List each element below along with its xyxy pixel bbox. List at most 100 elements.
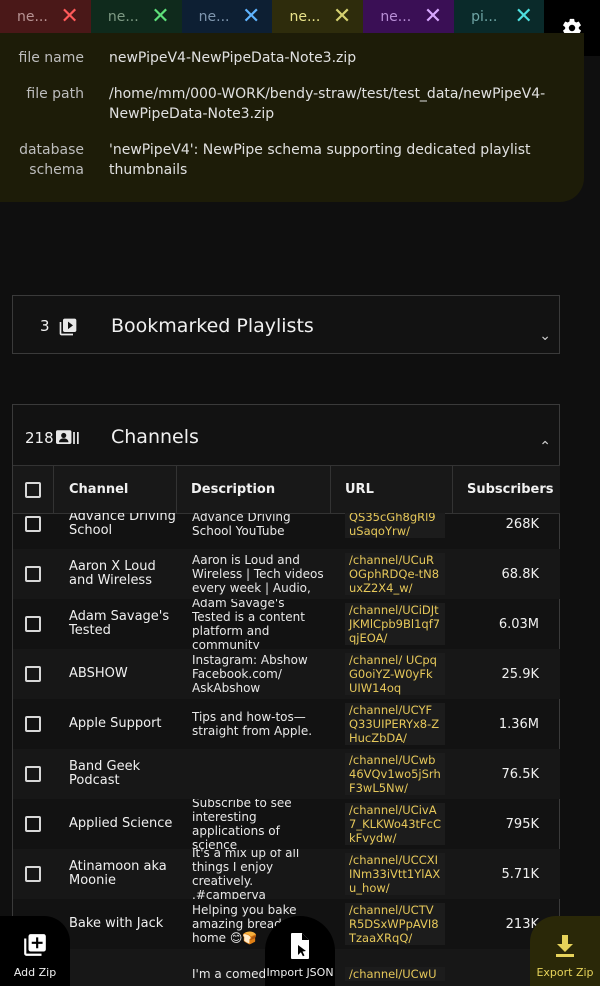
channel-url-link[interactable]: /channel/UCCXIINm33iVtt1YlAXu_how/ <box>345 853 445 895</box>
table-row[interactable]: Band Geek Podcast/channel/UCwb46VQv1wo5j… <box>13 749 560 799</box>
row-checkbox[interactable] <box>25 716 41 732</box>
file-path-value: /home/mm/000-WORK/bendy-straw/test/test_… <box>109 86 546 122</box>
channel-url-link[interactable]: /channel/UCuROGphRDQe-tN8uxZ2X4_w/ <box>345 553 445 595</box>
bookmarked-playlists-section[interactable]: 3 Bookmarked Playlists ⌄ <box>12 295 560 354</box>
table-row[interactable]: ABSHOW Instagram: Abshow Facebook.com/ As… <box>13 649 560 699</box>
row-checkbox[interactable] <box>25 766 41 782</box>
column-header-channel-label: Channel <box>69 482 129 497</box>
channel-description: Tips and how-tos—straight from Apple. <box>192 710 313 738</box>
channel-url-link[interactable]: /channel/UCivA7_KLKWo43tFcCkFvydw/ <box>345 803 445 845</box>
row-checkbox[interactable] <box>25 666 41 682</box>
file-name-label: file name <box>18 50 84 66</box>
row-checkbox[interactable] <box>25 566 41 582</box>
channel-url-link[interactable]: /channel/UCYFQ33UIPERYx8-ZHucZbDA/ <box>345 703 445 745</box>
row-select-cell <box>25 799 43 849</box>
channel-url-cell: /channel/UCYFQ33UIPERYx8-ZHucZbDA/ <box>345 699 445 749</box>
tab-label: pi... <box>471 8 498 25</box>
subscriber-count: 6.03M <box>498 616 539 632</box>
subscriber-count: 268K <box>505 516 539 532</box>
channels-title: Channels <box>111 426 199 448</box>
database-schema-label: database schema <box>19 142 84 178</box>
tab-label: ne... <box>289 8 321 25</box>
bookmarked-playlists-title: Bookmarked Playlists <box>111 315 314 337</box>
channel-url-cell: QS35cGh8gRl9uSaqoYrw/ <box>345 513 445 549</box>
tab-5[interactable]: ne... ✕ <box>363 0 455 33</box>
tab-label: ne... <box>198 8 230 25</box>
table-row[interactable]: Apple Support Tips and how-tos—straight f… <box>13 699 560 749</box>
tab-label: ne... <box>17 8 48 25</box>
file-info-panel: file name newPipeV4-NewPipeData-Note3.zi… <box>0 33 584 202</box>
tab-2[interactable]: ne... ✕ <box>90 0 182 33</box>
column-header-description-label: Description <box>191 482 276 497</box>
row-checkbox[interactable] <box>25 866 41 882</box>
export-zip-label: Export Zip <box>536 966 594 979</box>
import-json-button[interactable]: Import JSON <box>265 916 335 986</box>
row-select-cell <box>25 599 43 649</box>
select-all-checkbox[interactable] <box>25 481 41 498</box>
table-row[interactable]: Advance Driving School Advance Driving Sc… <box>13 513 560 549</box>
add-box-icon <box>24 934 46 956</box>
download-icon <box>556 935 574 957</box>
channel-url-link[interactable]: /channel/UCwb46VQv1wo5jSrhF3wL5Nw/ <box>345 753 445 795</box>
table-row[interactable]: Atinamoon aka Moonie It's a mix up of all… <box>13 849 560 899</box>
subscriber-count: 5.71K <box>501 866 539 882</box>
subscriber-count: 1.36M <box>498 716 539 732</box>
column-header-channel[interactable]: Channel <box>54 466 177 513</box>
chevron-down-icon[interactable]: ⌄ <box>539 328 551 344</box>
column-header-subscribers-label: Subscribers <box>467 482 554 497</box>
channel-description: Instagram: Abshow Facebook.com/ AskAbsho… <box>192 653 308 695</box>
tab-label: ne... <box>380 8 412 25</box>
column-header-subscribers[interactable]: Subscribers <box>453 466 560 513</box>
subscriber-count: 25.9K <box>501 666 539 682</box>
row-select-cell <box>25 699 43 749</box>
add-zip-label: Add Zip <box>13 966 57 979</box>
channel-description <box>192 749 324 799</box>
column-header-url[interactable]: URL <box>331 466 453 513</box>
table-row[interactable]: Adam Savage's Tested Adam Savage's Tested… <box>13 599 560 649</box>
add-zip-button[interactable]: Add Zip <box>0 916 70 986</box>
bookmarked-playlists-count: 3 <box>40 317 50 335</box>
row-select-cell <box>25 513 43 549</box>
row-checkbox[interactable] <box>25 616 41 632</box>
subscriber-count: 795K <box>505 816 539 832</box>
channel-description: Aaron is Loud and Wireless | Tech videos… <box>192 553 324 595</box>
channel-description: It's a mix up of all things I enjoy crea… <box>192 849 300 899</box>
tab-3[interactable]: ne... ✕ <box>181 0 273 33</box>
close-icon[interactable]: ✕ <box>151 5 169 28</box>
close-icon[interactable]: ✕ <box>424 5 442 28</box>
close-icon[interactable]: ✕ <box>515 5 533 28</box>
table-row[interactable]: Aaron X Loud and Wireless Aaron is Loud a… <box>13 549 560 599</box>
channel-description: Adam Savage's Tested is a content platfo… <box>192 599 305 649</box>
channel-name: Advance Driving School <box>69 513 176 538</box>
close-icon[interactable]: ✕ <box>60 5 78 28</box>
export-zip-button[interactable]: Export Zip <box>530 916 600 986</box>
chevron-up-icon[interactable]: ⌃ <box>539 439 551 455</box>
channel-url-link[interactable]: /channel/UCiDJtJKMlCpb9Bl1qf7qjEOA/ <box>345 603 445 645</box>
row-select-cell <box>25 549 43 599</box>
close-icon[interactable]: ✕ <box>333 5 351 28</box>
row-select-cell <box>25 849 43 899</box>
tab-4[interactable]: ne... ✕ <box>272 0 364 33</box>
channel-name: Atinamoon aka Moonie <box>69 859 167 888</box>
file-import-icon <box>291 933 309 959</box>
playlist-icon <box>59 318 77 336</box>
tab-6[interactable]: pi... ✕ <box>454 0 545 33</box>
channels-table-header: Channel Description URL Subscribers <box>13 465 560 514</box>
close-icon[interactable]: ✕ <box>242 5 260 28</box>
tab-1[interactable]: ne... ✕ <box>0 0 91 33</box>
channel-url-link[interactable]: /channel/ UCpqG0oiYZ-W0yFkUIW14oq <box>345 653 445 695</box>
row-select-cell <box>25 649 43 699</box>
channel-url-cell: /channel/ UCpqG0oiYZ-W0yFkUIW14oq <box>345 649 445 699</box>
table-row[interactable]: Applied Science Subscribe to see interest… <box>13 799 560 849</box>
channel-name: Apple Support <box>69 716 162 731</box>
channel-name: Band Geek Podcast <box>69 759 141 788</box>
channel-url-link[interactable]: QS35cGh8gRl9uSaqoYrw/ <box>345 513 445 538</box>
tab-label: ne... <box>107 8 139 25</box>
column-header-description[interactable]: Description <box>177 466 331 513</box>
row-checkbox[interactable] <box>25 816 41 832</box>
channel-name: Applied Science <box>69 816 173 831</box>
channels-icon <box>56 430 79 444</box>
row-select-cell <box>25 749 43 799</box>
row-checkbox[interactable] <box>25 516 41 532</box>
file-path-label: file path <box>26 86 84 102</box>
